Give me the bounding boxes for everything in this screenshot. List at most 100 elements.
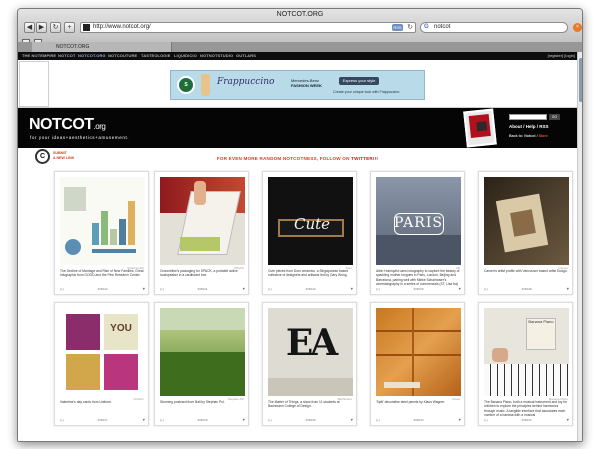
- stop-icon[interactable]: ×: [573, 23, 582, 32]
- post-id: #38138: [521, 287, 532, 291]
- nav-item-notempire[interactable]: THE NOTEMPIRE: [22, 53, 56, 58]
- post-id: #38143: [97, 287, 108, 291]
- scrollbar-thumb[interactable]: [579, 58, 582, 102]
- site-search-go-button[interactable]: GO: [549, 114, 560, 120]
- heart-icon[interactable]: ♥: [243, 417, 245, 422]
- side-table-icon: [384, 382, 420, 388]
- valentine-card-you: YOU: [104, 314, 138, 350]
- nav-item-outlars[interactable]: OUTLARS: [236, 53, 256, 58]
- frappuccino-cup-icon: [201, 74, 210, 96]
- infographic-bar-icon: [101, 211, 108, 245]
- search-query: notcot: [434, 24, 451, 30]
- heart-icon[interactable]: ♥: [459, 417, 461, 422]
- header-sticker-image: [463, 108, 497, 148]
- post-thumbnail[interactable]: EA: [268, 308, 353, 396]
- browser-search-field[interactable]: G notcot: [420, 22, 568, 33]
- site-search-input[interactable]: [509, 114, 547, 120]
- spack-green-band-icon: [180, 237, 220, 251]
- post-thumbnail[interactable]: [160, 177, 245, 265]
- post-card[interactable]: Banana Piano Banana Piano The Banana Pia…: [478, 302, 573, 426]
- reload-button[interactable]: ↻: [50, 22, 61, 33]
- infographic-bar-icon: [110, 229, 117, 245]
- heart-icon[interactable]: ♥: [351, 417, 353, 422]
- post-footer: [+] #38135 ♥: [268, 417, 353, 423]
- valentine-card-pink-icon: [104, 354, 138, 390]
- infographic-bar-icon: [92, 223, 99, 245]
- rss-icon[interactable]: RSS: [392, 24, 403, 31]
- nav-item-notnotstudio[interactable]: NOTNOTSTUDIO: [200, 53, 233, 58]
- post-thumbnail[interactable]: [160, 308, 245, 396]
- url-field[interactable]: http://www.notcot.org/ RSS ↻: [80, 22, 416, 33]
- valentine-card-gold-icon: [66, 354, 100, 390]
- nav-item-notcouture[interactable]: NOTCOUTURE: [108, 53, 137, 58]
- post-footer: [+] #38134 ♥: [376, 417, 461, 423]
- tab-strip: NOTCOT.ORG: [18, 42, 582, 52]
- add-bookmark-button[interactable]: +: [64, 22, 75, 33]
- notcot-logo[interactable]: NOTCOT.org: [29, 116, 106, 134]
- post-card[interactable]: Klaus 'Split' decorative steel panels by…: [370, 302, 465, 426]
- artwork-figure-icon: [510, 209, 536, 237]
- infographic-bar-icon: [119, 219, 126, 245]
- ceramic-word: Cute: [293, 215, 331, 233]
- nav-item-liquidicio[interactable]: LIQUIDICIO: [174, 53, 197, 58]
- post-card[interactable]: EA Bachmann The Matter of Things, a show…: [262, 302, 357, 426]
- post-card[interactable]: PARIS AD Albin Holmqvist uses holography…: [370, 171, 465, 295]
- post-card[interactable]: Sheld.tumblr The Decline of Marriage and…: [54, 171, 149, 295]
- logo-suffix: .org: [93, 122, 106, 131]
- post-footer: [+] #38140 ♥: [268, 286, 353, 292]
- post-thumbnail[interactable]: [484, 177, 569, 265]
- post-thumbnail[interactable]: [376, 308, 461, 396]
- post-id: #38136: [197, 418, 208, 422]
- post-thumbnail[interactable]: [60, 177, 145, 265]
- heart-icon[interactable]: ♥: [567, 417, 569, 422]
- heart-icon[interactable]: ♥: [243, 286, 245, 291]
- panel-groove-icon: [376, 330, 461, 332]
- heart-icon[interactable]: ♥: [567, 286, 569, 291]
- heart-icon[interactable]: ♥: [351, 286, 353, 291]
- url-text: http://www.notcot.org/: [93, 24, 151, 30]
- post-id: #38133: [521, 418, 532, 422]
- back-to-store-link[interactable]: Store: [539, 134, 548, 138]
- post-thumbnail[interactable]: Cute: [268, 177, 353, 265]
- post-id: #38141: [197, 287, 208, 291]
- infographic-pie-icon: [65, 239, 81, 255]
- forward-button[interactable]: ▶: [36, 22, 47, 33]
- post-footer: [+] #38136 ♥: [160, 417, 245, 423]
- nav-item-notcot-org[interactable]: NOTCOT.ORG: [78, 53, 106, 58]
- post-id: #38137: [97, 418, 108, 422]
- ad-button[interactable]: Express your style: [339, 77, 379, 85]
- vertical-scrollbar[interactable]: [577, 52, 582, 441]
- refresh-icon[interactable]: ↻: [407, 23, 413, 32]
- post-caption: The Decline of Marriage and Rise of New …: [60, 269, 144, 278]
- heart-icon[interactable]: ♥: [143, 417, 145, 422]
- post-card[interactable]: SPACK Grounditive's packaging for SPACK,…: [154, 171, 249, 295]
- heart-icon[interactable]: ♥: [143, 286, 145, 291]
- post-thumbnail[interactable]: Banana Piano: [484, 308, 569, 396]
- back-to-notcot-link[interactable]: Notcot: [524, 134, 535, 138]
- post-card[interactable]: Cute Dom Cute pieces from Dom ceramics, …: [262, 171, 357, 295]
- ad-banner[interactable]: S Frappuccino Mercedes-Benz FASHION WEEK…: [170, 70, 425, 100]
- post-caption: The Matter of Things, a show from 11 stu…: [268, 400, 340, 409]
- tab-notcot[interactable]: NOTCOT.ORG: [32, 42, 172, 52]
- site-nav: THE NOTEMPIRE NOTCOT NOTCOT.ORG NOTCOUTU…: [18, 52, 577, 60]
- hand-icon: [492, 348, 508, 362]
- brand-header: NOTCOT.org for your ideas+aesthetics+amu…: [18, 108, 577, 148]
- post-card[interactable]: Carsen Carsen's artist profile with Vanc…: [478, 171, 573, 295]
- post-caption: Grounditive's packaging for SPACK, a por…: [160, 269, 238, 278]
- starbucks-logo-icon: S: [177, 76, 195, 94]
- twitter-link[interactable]: TWITTER!!!: [351, 156, 378, 161]
- nav-item-notcot[interactable]: NOTCOT: [58, 53, 76, 58]
- post-id: #38139: [413, 287, 424, 291]
- post-card[interactable]: YOU Uniform Valentine's day cards from U…: [54, 302, 149, 426]
- register-login-links[interactable]: [register] [login]: [548, 53, 575, 58]
- back-button[interactable]: ◀: [24, 22, 35, 33]
- field-icon: [160, 352, 245, 396]
- post-thumbnail[interactable]: YOU: [60, 308, 145, 396]
- post-card[interactable]: Stephan Pol Stunning postcard from Bali …: [154, 302, 249, 426]
- hand-icon: [194, 181, 206, 205]
- post-thumbnail[interactable]: PARIS: [376, 177, 461, 265]
- heart-icon[interactable]: ♥: [459, 286, 461, 291]
- about-help-rss-links[interactable]: About / Help / RSS: [509, 124, 549, 129]
- nav-item-tasteologie[interactable]: TASTEOLOGIE: [141, 53, 170, 58]
- window-title: NOTCOT.ORG: [276, 11, 324, 18]
